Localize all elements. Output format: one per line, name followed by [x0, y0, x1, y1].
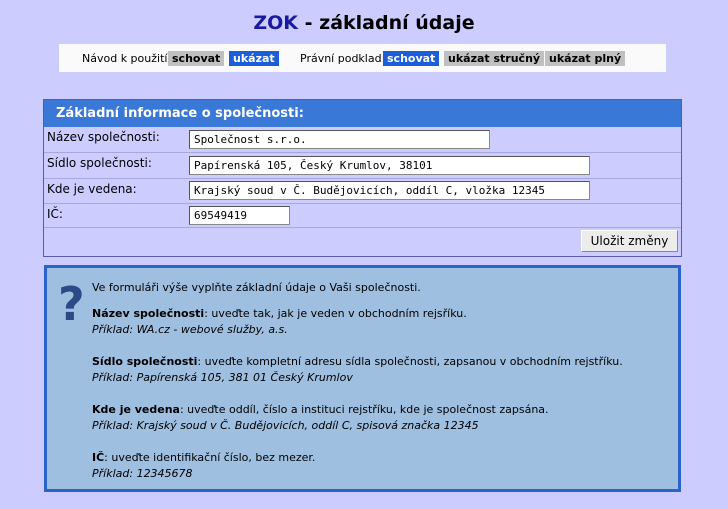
question-mark-icon: ?	[58, 277, 85, 331]
help-example: Příklad: 12345678	[92, 467, 193, 480]
form-header: Základní informace o společnosti:	[44, 100, 681, 127]
form-row-registry: Kde je vedena:	[44, 179, 681, 204]
legal-hide-button[interactable]: schovat	[383, 51, 440, 66]
legal-full-button[interactable]: ukázat plný	[545, 51, 626, 66]
help-item-ico: IČ: uveďte identifikační číslo, bez meze…	[92, 450, 662, 482]
help-example: Příklad: WA.cz - webové služby, a.s.	[92, 323, 288, 336]
help-item-name: Název společnosti: uveďte tak, jak je ve…	[92, 306, 662, 338]
help-desc: : uveďte tak, jak je veden v obchodním r…	[204, 307, 467, 320]
form-row-ico: IČ:	[44, 204, 681, 228]
legal-brief-button[interactable]: ukázat stručný	[444, 51, 545, 66]
help-term: Sídlo společnosti	[92, 355, 198, 368]
legal-label: Právní podklad:	[300, 52, 386, 65]
company-seat-label: Sídlo společnosti:	[47, 156, 152, 170]
guide-show-button[interactable]: ukázat	[229, 51, 279, 66]
company-info-form: Základní informace o společnosti: Název …	[43, 99, 682, 257]
help-text: Ve formuláři výše vyplňte základní údaje…	[92, 280, 662, 498]
registry-input[interactable]	[189, 181, 590, 200]
page-title: ZOK - základní údaje	[0, 11, 728, 35]
help-intro: Ve formuláři výše vyplňte základní údaje…	[92, 281, 421, 294]
help-term: IČ	[92, 451, 105, 464]
help-panel: ? Ve formuláři výše vyplňte základní úda…	[44, 265, 681, 492]
help-term: Kde je vedena	[92, 403, 180, 416]
display-toolbar: Návod k použití: schovat ukázat Právní p…	[59, 44, 666, 72]
company-seat-input[interactable]	[189, 156, 590, 175]
ico-label: IČ:	[47, 207, 63, 221]
save-changes-button[interactable]: Uložit změny	[581, 230, 678, 252]
help-desc: : uveďte oddíl, číslo a instituci rejstř…	[179, 403, 549, 416]
guide-hide-button[interactable]: schovat	[168, 51, 225, 66]
help-item-registry: Kde je vedena: uveďte oddíl, číslo a ins…	[92, 402, 662, 434]
help-example: Příklad: Papírenská 105, 381 01 Český Kr…	[92, 371, 353, 384]
help-term: Název společnosti	[92, 307, 205, 320]
guide-label: Návod k použití:	[82, 52, 172, 65]
form-row-name: Název společnosti:	[44, 127, 681, 153]
help-example: Příklad: Krajský soud v Č. Budějovicích,…	[92, 419, 479, 432]
form-row-seat: Sídlo společnosti:	[44, 153, 681, 179]
help-desc: : uveďte kompletní adresu sídla společno…	[197, 355, 623, 368]
registry-label: Kde je vedena:	[47, 182, 137, 196]
company-name-label: Název společnosti:	[47, 130, 160, 144]
company-name-input[interactable]	[189, 130, 490, 149]
help-item-seat: Sídlo společnosti: uveďte kompletní adre…	[92, 354, 662, 386]
page-title-text: - základní údaje	[298, 12, 475, 34]
page-title-brand: ZOK	[253, 12, 299, 34]
help-desc: : uveďte identifikační číslo, bez mezer.	[104, 451, 316, 464]
ico-input[interactable]	[189, 206, 290, 225]
